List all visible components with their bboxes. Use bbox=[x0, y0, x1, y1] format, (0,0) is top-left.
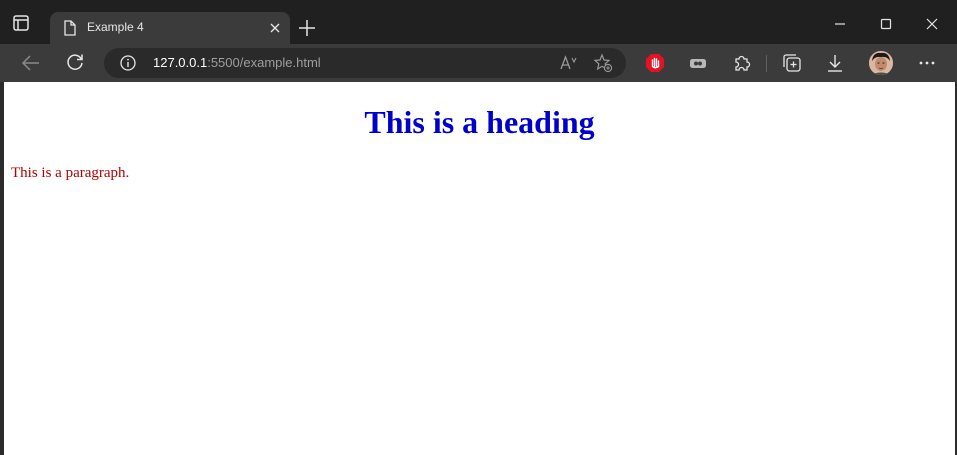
url-text: 127.0.0.1:5500/example.html bbox=[153, 55, 321, 70]
maximize-icon[interactable] bbox=[874, 12, 898, 36]
minimize-icon[interactable] bbox=[828, 12, 852, 36]
page-icon bbox=[63, 20, 77, 36]
tab-actions-icon[interactable] bbox=[12, 14, 42, 44]
window-close-icon[interactable] bbox=[920, 12, 944, 36]
navigation-bar: 127.0.0.1:5500/example.html bbox=[0, 44, 957, 82]
adblock-icon[interactable] bbox=[643, 51, 667, 75]
url-path: :5500/example.html bbox=[207, 55, 321, 70]
plus-icon[interactable] bbox=[296, 17, 318, 39]
refresh-icon[interactable] bbox=[63, 51, 87, 75]
toolbar-separator bbox=[766, 55, 767, 72]
extension-badge-icon[interactable] bbox=[686, 51, 710, 75]
tab-example-4[interactable]: Example 4 bbox=[50, 12, 290, 44]
url-host: 127.0.0.1 bbox=[153, 55, 208, 70]
page-heading: This is a heading bbox=[364, 104, 595, 140]
back-arrow-icon[interactable] bbox=[19, 51, 43, 75]
page-paragraph: This is a paragraph. bbox=[11, 165, 130, 181]
profile-avatar[interactable] bbox=[869, 51, 893, 75]
puzzle-icon[interactable] bbox=[730, 51, 754, 75]
info-icon[interactable] bbox=[120, 55, 136, 71]
read-aloud-icon[interactable] bbox=[559, 53, 579, 73]
download-icon[interactable] bbox=[823, 51, 847, 75]
title-bar: Example 4 bbox=[0, 0, 957, 44]
collections-icon[interactable] bbox=[780, 51, 804, 75]
page-viewport: This is a heading This is a paragraph. bbox=[4, 82, 955, 455]
more-icon[interactable] bbox=[915, 51, 939, 75]
favorite-add-icon[interactable] bbox=[593, 53, 613, 73]
browser-window: Example 4 127.0.0.1:5500/example.html Th… bbox=[0, 0, 957, 455]
close-icon[interactable] bbox=[266, 19, 284, 37]
tab-title: Example 4 bbox=[87, 20, 144, 34]
address-bar[interactable]: 127.0.0.1:5500/example.html bbox=[104, 48, 626, 78]
